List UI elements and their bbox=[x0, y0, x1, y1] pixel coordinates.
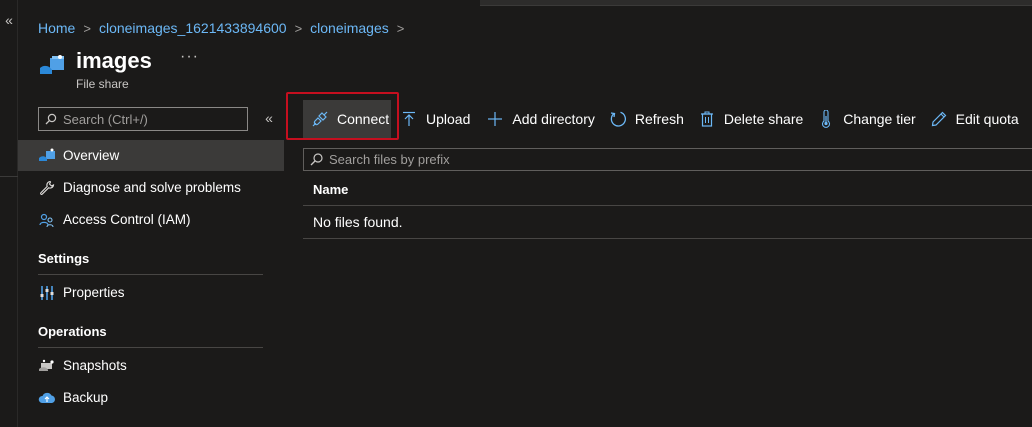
search-icon bbox=[45, 113, 57, 125]
resource-menu: Search (Ctrl+/) « Overview Diagnose and … bbox=[18, 98, 284, 427]
upload-label: Upload bbox=[426, 111, 471, 127]
backup-cloud-icon bbox=[38, 389, 56, 407]
add-directory-label: Add directory bbox=[512, 111, 595, 127]
sidebar-item-properties[interactable]: Properties bbox=[18, 277, 284, 308]
search-icon bbox=[310, 153, 323, 166]
top-divider bbox=[480, 0, 1032, 6]
sidebar-item-diagnose[interactable]: Diagnose and solve problems bbox=[18, 172, 284, 203]
plus-icon bbox=[486, 110, 504, 128]
add-directory-button[interactable]: Add directory bbox=[486, 100, 604, 138]
sidebar-item-backup[interactable]: Backup bbox=[18, 382, 284, 413]
section-divider bbox=[38, 274, 263, 275]
page-title: images bbox=[76, 48, 152, 73]
chevron-right-icon: > bbox=[294, 20, 303, 36]
sidebar-item-label: Backup bbox=[63, 390, 109, 405]
collapse-menu-icon[interactable]: « bbox=[261, 108, 277, 128]
refresh-icon bbox=[609, 110, 627, 128]
breadcrumb-home[interactable]: Home bbox=[38, 20, 75, 36]
breadcrumb-storage-account[interactable]: cloneimages_1621433894600 bbox=[99, 20, 287, 36]
refresh-button[interactable]: Refresh bbox=[609, 100, 694, 138]
upload-button[interactable]: Upload bbox=[400, 100, 480, 138]
change-tier-button[interactable]: Change tier bbox=[817, 100, 925, 138]
file-share-icon bbox=[40, 55, 64, 74]
section-divider bbox=[38, 347, 263, 348]
upload-icon bbox=[400, 110, 418, 128]
file-share-icon bbox=[38, 147, 56, 165]
empty-state-row: No files found. bbox=[303, 206, 1032, 239]
app-root: « Home > cloneimages_1621433894600 > clo… bbox=[0, 0, 1032, 427]
column-header-name[interactable]: Name bbox=[303, 174, 1032, 206]
refresh-label: Refresh bbox=[634, 111, 684, 127]
rail-collapse-icon[interactable]: « bbox=[0, 12, 18, 28]
sidebar-item-label: Diagnose and solve problems bbox=[63, 180, 241, 195]
more-options-icon[interactable]: ··· bbox=[180, 48, 199, 66]
connect-label: Connect bbox=[337, 111, 390, 127]
file-search-input[interactable]: Search files by prefix bbox=[303, 148, 1032, 171]
plug-icon bbox=[311, 110, 329, 128]
sidebar-item-iam[interactable]: Access Control (IAM) bbox=[18, 204, 284, 235]
wrench-icon bbox=[38, 179, 56, 197]
delete-share-label: Delete share bbox=[723, 111, 804, 127]
chevron-right-icon: > bbox=[396, 20, 405, 36]
breadcrumb-file-shares[interactable]: cloneimages bbox=[310, 20, 389, 36]
edit-quota-label: Edit quota bbox=[955, 111, 1019, 127]
snapshot-icon bbox=[38, 357, 56, 375]
menu-search-placeholder: Search (Ctrl+/) bbox=[63, 111, 148, 127]
change-tier-label: Change tier bbox=[843, 111, 916, 127]
people-icon bbox=[38, 211, 56, 229]
pencil-icon bbox=[930, 110, 948, 128]
rail-divider bbox=[0, 176, 18, 177]
sidebar-item-label: Snapshots bbox=[63, 358, 127, 373]
thermometer-icon bbox=[817, 110, 835, 128]
sidebar-item-label: Access Control (IAM) bbox=[63, 212, 191, 227]
file-search-placeholder: Search files by prefix bbox=[329, 152, 450, 167]
chevron-right-icon: > bbox=[83, 20, 91, 36]
trash-icon bbox=[698, 110, 716, 128]
sidebar-item-label: Properties bbox=[63, 285, 125, 300]
delete-share-button[interactable]: Delete share bbox=[698, 100, 813, 138]
edit-quota-button[interactable]: Edit quota bbox=[930, 100, 1029, 138]
sidebar-item-label: Overview bbox=[63, 148, 120, 163]
command-bar: Upload Add directory Refresh Delete shar… bbox=[400, 100, 1029, 138]
files-table: Name No files found. bbox=[303, 174, 1032, 239]
left-rail: « bbox=[0, 0, 18, 427]
section-operations: Operations bbox=[38, 324, 107, 339]
sliders-icon bbox=[38, 284, 56, 302]
menu-search-input[interactable]: Search (Ctrl+/) bbox=[38, 107, 248, 131]
sidebar-item-overview[interactable]: Overview bbox=[18, 140, 284, 171]
section-settings: Settings bbox=[38, 251, 90, 266]
page-subtitle: File share bbox=[76, 77, 129, 91]
breadcrumb: Home > cloneimages_1621433894600 > clone… bbox=[38, 18, 412, 38]
connect-button[interactable]: Connect bbox=[303, 100, 391, 138]
sidebar-item-snapshots[interactable]: Snapshots bbox=[18, 350, 284, 381]
